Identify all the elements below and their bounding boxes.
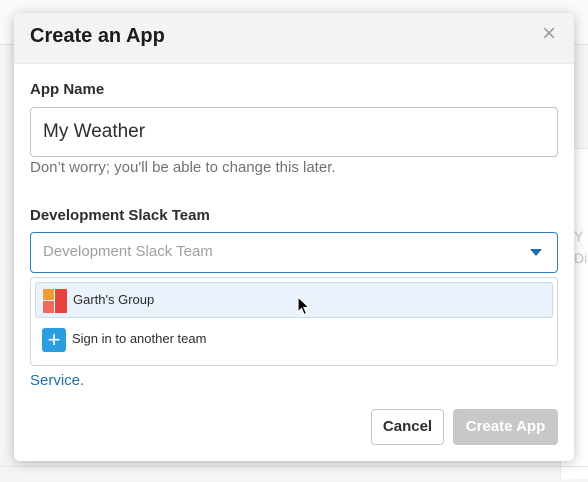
service-link-text[interactable]: Service xyxy=(30,372,80,389)
team-icon xyxy=(43,289,67,313)
team-option-garths-group[interactable]: Garth's Group xyxy=(35,282,553,318)
service-link[interactable]: Service. xyxy=(30,372,84,389)
team-select-placeholder: Development Slack Team xyxy=(43,243,213,260)
background-divider xyxy=(0,466,588,467)
modal-header: Create an App × xyxy=(14,13,574,64)
chevron-down-icon[interactable] xyxy=(530,249,542,256)
create-app-modal: Create an App × App Name Don’t worry; yo… xyxy=(14,13,574,461)
close-icon[interactable]: × xyxy=(538,22,560,46)
app-name-input[interactable] xyxy=(30,107,558,157)
cancel-button[interactable]: Cancel xyxy=(371,409,444,445)
team-option-sign-in[interactable]: + Sign in to another team xyxy=(35,322,553,358)
mouse-cursor-icon xyxy=(297,296,311,316)
team-option-label: Sign in to another team xyxy=(72,331,207,346)
create-app-button[interactable]: Create App xyxy=(453,409,558,445)
plus-icon: + xyxy=(42,328,66,352)
background-text: Y xyxy=(574,228,584,244)
team-label: Development Slack Team xyxy=(30,207,210,224)
modal-title: Create an App xyxy=(30,25,165,47)
team-option-label: Garth's Group xyxy=(73,292,155,307)
service-link-suffix: . xyxy=(80,372,85,389)
background-text: Di xyxy=(574,250,588,266)
team-dropdown: Garth's Group + Sign in to another team xyxy=(30,277,558,366)
team-select[interactable]: Development Slack Team xyxy=(30,232,558,273)
app-name-label: App Name xyxy=(30,81,105,98)
app-name-hint: Don’t worry; you'll be able to change th… xyxy=(30,159,336,176)
